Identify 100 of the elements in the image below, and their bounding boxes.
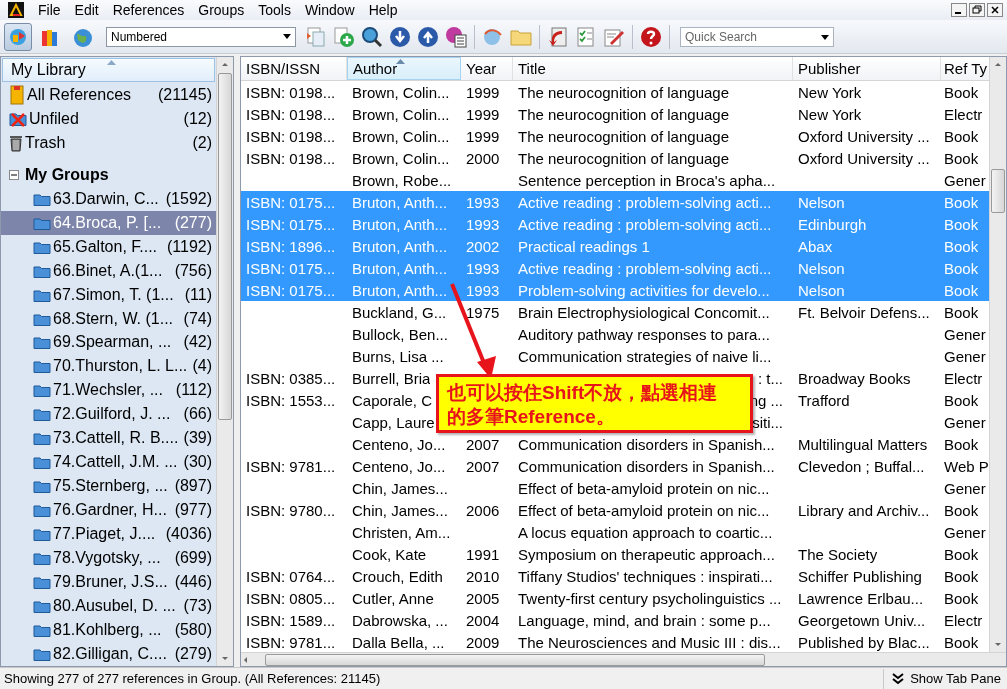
menu-item[interactable]: Groups (192, 2, 253, 18)
scroll-thumb[interactable] (265, 653, 765, 666)
scrollbar[interactable] (216, 57, 233, 666)
table-cell-text: 2000 (465, 149, 500, 167)
row-highlight[interactable] (241, 191, 989, 213)
table-cell-text: Published by Blac... (797, 633, 930, 651)
group-item[interactable]: 81.Kohlberg, ... (580) (33, 617, 216, 642)
table-cell-text: Chin, James... (351, 479, 448, 497)
document-icon[interactable] (304, 24, 328, 49)
dropdown-icon[interactable] (283, 34, 291, 39)
group-item[interactable]: 64.Broca, P. [... (277) (1, 210, 216, 235)
group-item[interactable]: 71.Wechsler, ... (112) (33, 378, 216, 403)
show-tab-pane-button[interactable]: Show Tab Pane (883, 668, 1007, 689)
table-cell-text: Christen, Am... (351, 523, 451, 541)
import-icon[interactable] (546, 24, 570, 49)
group-item[interactable]: 78.Vygotsky, ... (699) (33, 546, 216, 571)
menu-item[interactable]: File (32, 2, 69, 18)
group-label: 75.Sternberg, ... (53, 477, 169, 496)
scrollbar[interactable] (989, 57, 1006, 652)
close-icon[interactable] (987, 3, 1003, 17)
scroll-thumb[interactable] (218, 73, 232, 420)
group-count: (756) (174, 261, 212, 280)
menu-item[interactable]: References (106, 2, 193, 18)
row-highlight[interactable] (241, 279, 989, 301)
menu-item[interactable]: Edit (68, 2, 107, 18)
table-cell-text: Practical readings 1 (517, 237, 650, 255)
menu-item[interactable]: Tools (252, 2, 299, 18)
table-cell-text: Brown, Robe... (351, 171, 452, 189)
group-item[interactable]: 63.Darwin, C... (1592) (33, 186, 216, 211)
scrollbar[interactable] (241, 652, 1006, 666)
table-cell-text: 1999 (465, 105, 500, 123)
status-message: Showing 277 of 277 references in Group. (All References: 21145) (3, 671, 382, 686)
item-count: (12) (183, 109, 212, 128)
menu-item[interactable]: Help (362, 2, 406, 18)
library-item[interactable]: Unfiled (12) (1, 106, 216, 131)
mode-button[interactable] (4, 22, 32, 51)
table-cell-text: ISBN: 1896... (245, 237, 336, 255)
group-item[interactable]: 82.Gilligan, C.... (279) (33, 641, 216, 666)
table-cell-text: Burrell, Bria (351, 369, 431, 387)
table-cell-text: 2004 (465, 611, 500, 629)
table-cell-text: ISBN: 9780... (245, 501, 336, 519)
table-cell-text: Brown, Colin... (351, 105, 450, 123)
table-cell-text: ISBN: 0175... (245, 215, 336, 233)
column-header[interactable]: Publisher (793, 57, 941, 80)
menu-item[interactable]: Window (298, 2, 363, 18)
group-item[interactable]: 67.Simon, T. (1... (11) (33, 282, 216, 307)
callout-note: 也可以按住Shift不放，點選相連的多筆Reference。 (436, 374, 753, 433)
table-cell-text: Multilingual Matters (797, 435, 928, 453)
library-item[interactable]: All References (21145) (1, 82, 216, 107)
group-item[interactable]: 72.Guilford, J. ... (66) (33, 402, 216, 427)
group-item[interactable]: 65.Galton, F.... (1192) (33, 234, 216, 259)
group-item[interactable]: 69.Spearman, ... (42) (33, 330, 216, 355)
restore-icon[interactable] (969, 3, 985, 17)
minimize-icon[interactable] (951, 3, 967, 17)
group-item[interactable]: 75.Sternberg, ... (897) (33, 474, 216, 499)
group-count: (1192) (166, 237, 212, 256)
table-cell-text: Active reading : problem-solving acti... (517, 215, 772, 233)
column-header[interactable]: Year (461, 57, 513, 80)
group-item[interactable]: 80.Ausubel, D. ... (73) (33, 594, 216, 618)
group-label: 64.Broca, P. [... (53, 213, 163, 232)
group-count: (42) (183, 333, 212, 352)
collapse-icon[interactable] (9, 169, 19, 180)
column-header[interactable]: Title (513, 57, 793, 80)
quick-search-field[interactable]: Quick Search (680, 26, 834, 47)
group-item[interactable]: 73.Cattell, R. B.... (39) (33, 426, 216, 451)
search-icon[interactable] (360, 24, 384, 49)
column-header[interactable]: Author (347, 57, 461, 80)
help-icon[interactable] (639, 24, 663, 49)
table-cell-text: 1993 (465, 215, 500, 233)
table-cell-text: ISBN: 1589... (245, 611, 336, 629)
table-cell-text: Active reading : problem-solving acti... (517, 259, 772, 277)
panel-header[interactable]: My Library (2, 58, 215, 82)
scroll-thumb[interactable] (991, 169, 1005, 213)
table-cell-text: The neurocognition of language (517, 105, 729, 123)
table-cell-text: 2009 (465, 633, 500, 651)
table-cell-text: Electr (943, 611, 983, 629)
table-cell-text: Bruton, Anth... (351, 193, 448, 211)
dropdown-icon[interactable] (821, 34, 829, 40)
group-count: (580) (174, 620, 212, 639)
table-cell-text: Active reading : problem-solving acti... (517, 193, 772, 211)
group-item[interactable]: 76.Gardner, H... (977) (33, 498, 216, 523)
table-cell-text: Symposium on therapeutic approach... (517, 545, 775, 563)
table-cell-text: Book (943, 501, 979, 519)
group-item[interactable]: 66.Binet, A.(1... (756) (33, 258, 216, 283)
style-dropdown[interactable]: Numbered (106, 26, 296, 47)
group-item[interactable]: 79.Bruner, J.S... (446) (33, 570, 216, 594)
group-count: (4036) (165, 525, 212, 544)
table-cell-text: Dabrowska, ... (351, 611, 448, 629)
group-count: (446) (174, 573, 212, 591)
group-label: 71.Wechsler, ... (53, 381, 164, 400)
table-cell-text: Book (943, 633, 979, 651)
group-item[interactable]: 70.Thurston, L. L... (4) (33, 354, 216, 379)
group-item[interactable]: 68.Stern, W. (1... (74) (33, 306, 216, 331)
table-cell-text: Brown, Colin... (351, 127, 450, 145)
table-cell-text: ISBN: 0175... (245, 281, 336, 299)
table-cell-text: Book (943, 127, 979, 145)
group-item[interactable]: 77.Piaget, J.... (4036) (33, 522, 216, 547)
group-item[interactable]: 74.Cattell, J.M. ... (30) (33, 450, 216, 475)
sort-icon (396, 59, 405, 64)
library-item[interactable]: Trash (2) (1, 130, 216, 155)
